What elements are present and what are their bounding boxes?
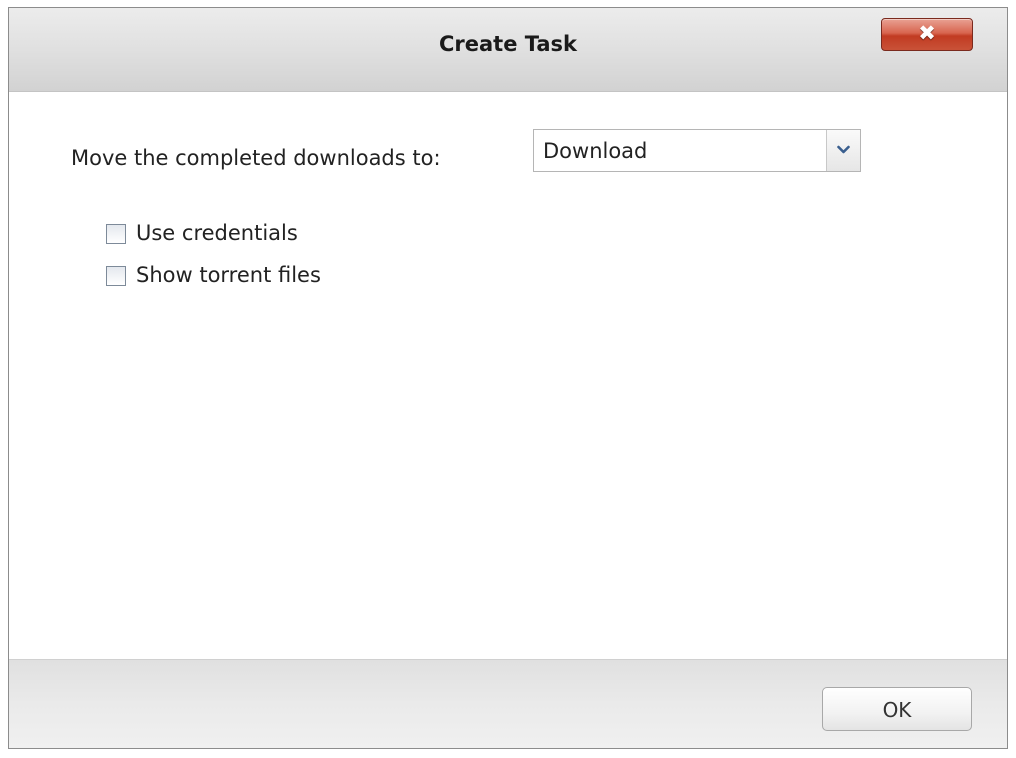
use-credentials-label: Use credentials — [136, 221, 298, 245]
ok-button-label: OK — [882, 698, 912, 722]
show-torrent-files-label: Show torrent files — [136, 263, 321, 287]
dialog-body: Move the completed downloads to: Downloa… — [9, 92, 1007, 661]
destination-folder-value: Download — [543, 139, 648, 163]
dropdown-arrow-button[interactable] — [826, 130, 860, 171]
ok-button[interactable]: OK — [822, 687, 972, 731]
use-credentials-checkbox[interactable] — [106, 224, 126, 244]
destination-folder-select[interactable]: Download — [533, 129, 861, 172]
dialog-footer: OK — [9, 659, 1007, 748]
close-button[interactable]: ✖ — [881, 18, 973, 51]
create-task-dialog: Create Task ✖ Move the completed downloa… — [8, 7, 1008, 749]
dialog-title: Create Task — [438, 32, 578, 56]
dialog-titlebar: Create Task ✖ — [9, 8, 1007, 92]
chevron-down-icon — [837, 145, 850, 154]
destination-label: Move the completed downloads to: — [71, 146, 441, 170]
show-torrent-files-checkbox[interactable] — [106, 266, 126, 286]
close-icon: ✖ — [918, 21, 936, 45]
